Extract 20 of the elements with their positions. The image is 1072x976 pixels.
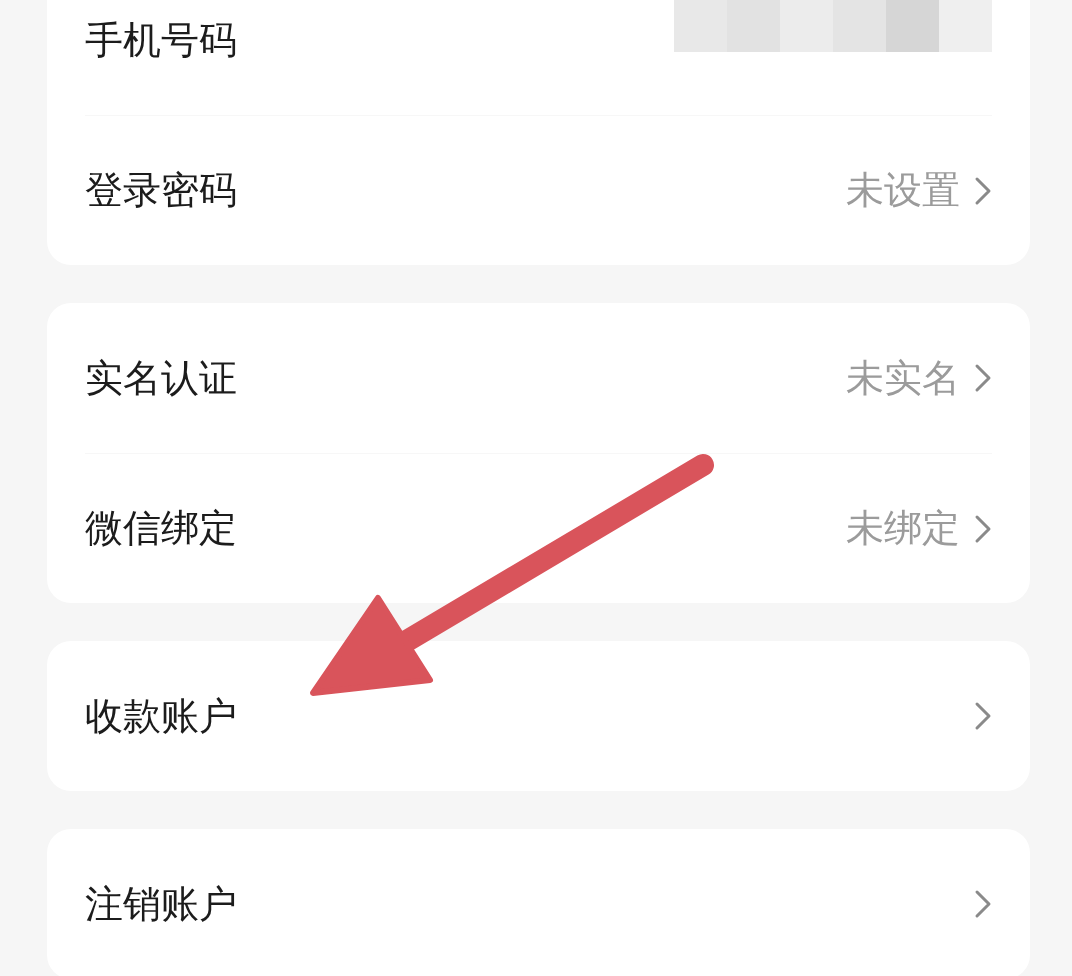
settings-row[interactable]: 手机号码 — [85, 0, 992, 115]
row-value: 未绑定 — [846, 505, 960, 552]
chevron-right-icon — [974, 363, 992, 393]
settings-row[interactable]: 收款账户 — [85, 641, 992, 791]
row-label: 微信绑定 — [85, 505, 237, 552]
chevron-right-icon — [974, 889, 992, 919]
row-label: 收款账户 — [85, 692, 237, 740]
chevron-right-icon — [974, 175, 992, 206]
row-value: 未实名 — [846, 354, 960, 402]
chevron-right-icon — [974, 701, 992, 731]
settings-row[interactable]: 登录密码 未设置 — [85, 115, 992, 265]
settings-row[interactable]: 注销账户 — [85, 829, 992, 976]
row-value: 未设置 — [846, 167, 960, 214]
row-label: 注销账户 — [85, 880, 237, 928]
settings-row[interactable]: 实名认证 未实名 — [85, 303, 992, 453]
row-label: 登录密码 — [85, 167, 237, 214]
settings-row[interactable]: 微信绑定 未绑定 — [85, 453, 992, 603]
row-label: 实名认证 — [85, 354, 237, 402]
row-label: 手机号码 — [85, 16, 237, 64]
chevron-right-icon — [974, 513, 992, 544]
